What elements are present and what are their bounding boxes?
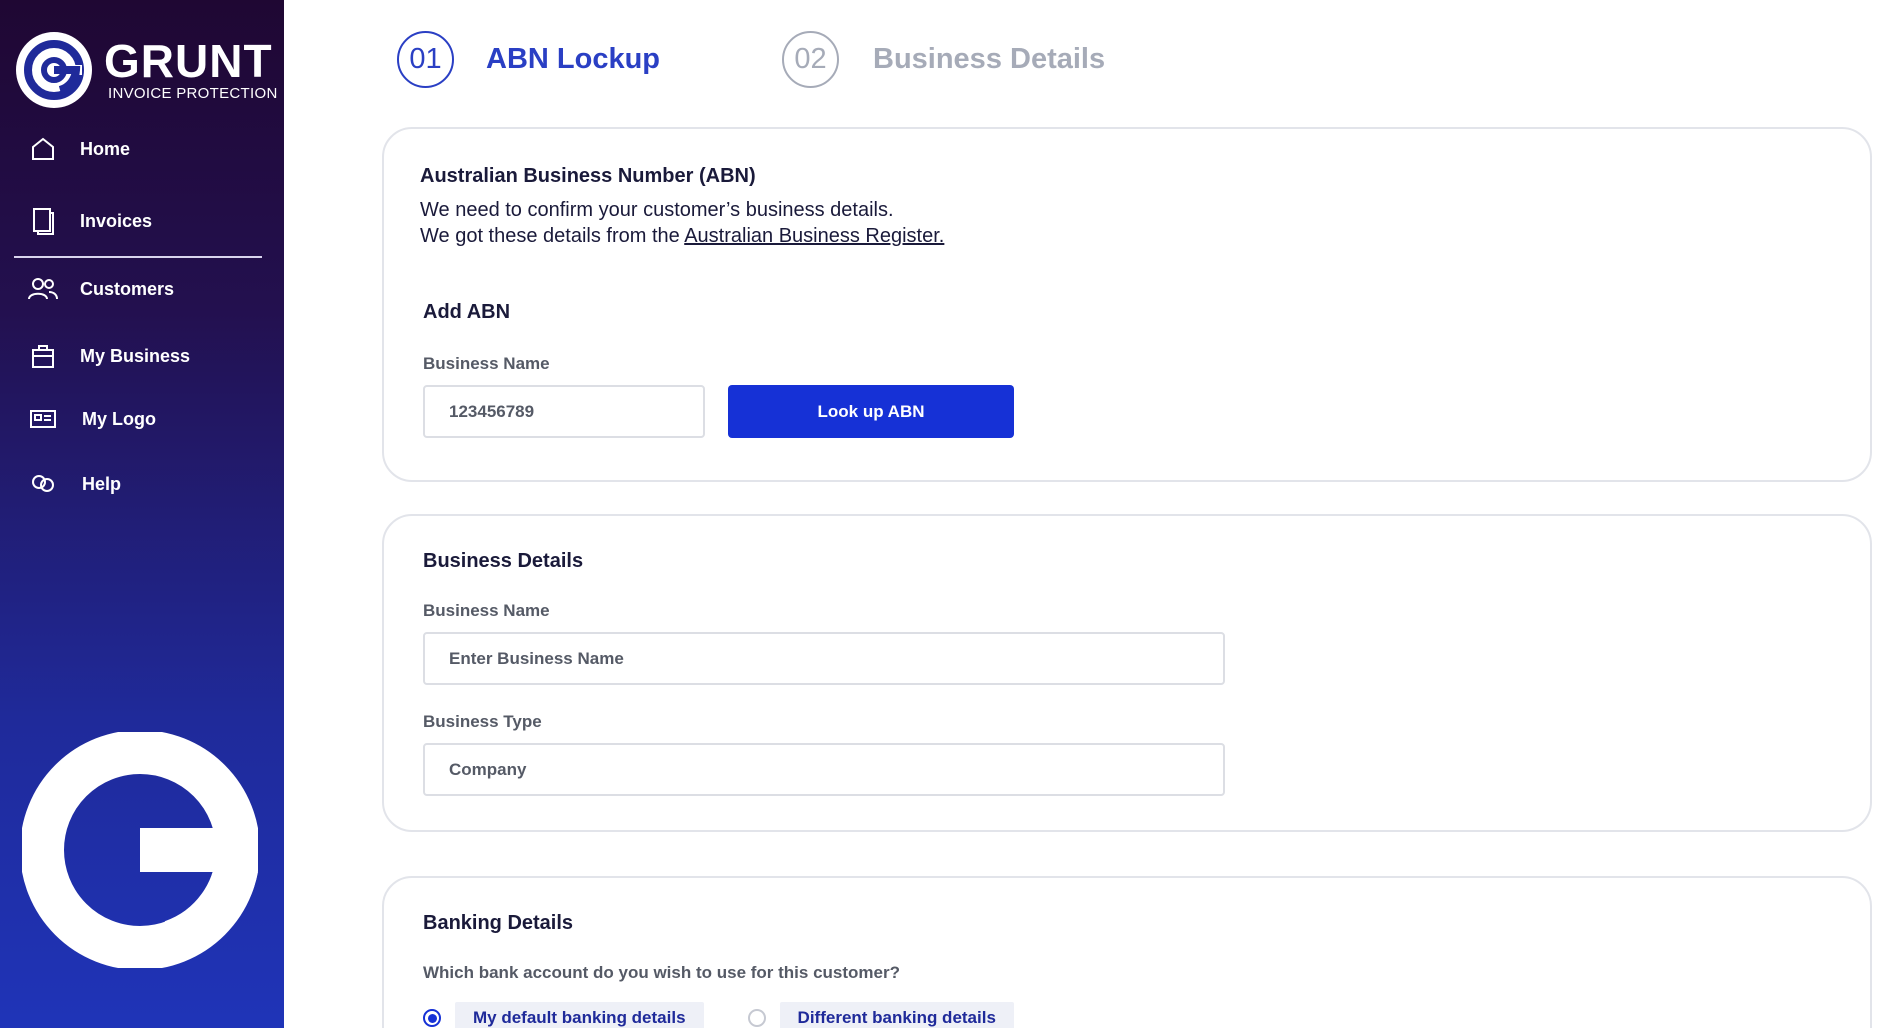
abn-desc-line2: We got these details from the Australian… <box>420 223 944 249</box>
abn-description: We need to confirm your customer’s busin… <box>420 197 944 249</box>
step-business-details[interactable]: 02 Business Details <box>782 31 1105 88</box>
nav-label: Customers <box>80 278 175 299</box>
step-label: ABN Lockup <box>486 43 660 75</box>
nav-item-customers[interactable]: Customers <box>28 274 174 304</box>
business-type-label: Business Type <box>423 712 542 731</box>
nav-label: Home <box>80 138 131 159</box>
step-number: 02 <box>782 31 839 88</box>
users-icon <box>28 274 58 304</box>
briefcase-icon <box>28 341 58 371</box>
nav-divider <box>14 256 262 258</box>
nav-label: My Logo <box>82 408 156 429</box>
brand-name: GRUNT <box>104 34 273 87</box>
bank-account-options: My default banking details Different ban… <box>423 1002 1014 1028</box>
nav-item-help[interactable]: Help <box>28 469 121 499</box>
business-type-input[interactable]: Company <box>423 743 1225 796</box>
abn-desc-prefix: We got these details from the <box>420 225 685 247</box>
abn-field-label: Business Name <box>423 354 550 373</box>
brand[interactable]: GRUNT INVOICE PROTECTION <box>16 32 278 108</box>
look-up-abn-button[interactable]: Look up ABN <box>728 385 1014 438</box>
abn-desc-line1: We need to confirm your customer’s busin… <box>420 199 894 221</box>
default-banking-radio[interactable] <box>423 1009 441 1027</box>
grunt-watermark-icon <box>22 732 258 968</box>
banking-details-title: Banking Details <box>423 912 574 934</box>
abn-card: Australian Business Number (ABN) We need… <box>382 127 1872 482</box>
nav-label: Help <box>82 473 122 494</box>
business-details-card: Business Details Business Name Enter Bus… <box>382 514 1872 832</box>
nav-item-my-logo[interactable]: My Logo <box>28 404 156 434</box>
nav-item-home[interactable]: Home <box>28 134 130 164</box>
nav-label: My Business <box>80 345 191 366</box>
business-details-title: Business Details <box>423 550 584 572</box>
add-abn-title: Add ABN <box>423 301 511 323</box>
grunt-logo-icon <box>16 32 92 108</box>
banking-question: Which bank account do you wish to use fo… <box>423 963 900 982</box>
chat-icon <box>28 469 58 499</box>
business-name-label: Business Name <box>423 601 550 620</box>
sidebar: GRUNT INVOICE PROTECTION Home Invoices C… <box>0 0 284 1028</box>
step-abn-lookup[interactable]: 01 ABN Lockup <box>397 31 660 88</box>
document-icon <box>28 206 58 236</box>
business-name-input[interactable]: Enter Business Name <box>423 632 1225 685</box>
different-banking-radio[interactable] <box>747 1009 766 1027</box>
banking-details-card: Banking Details Which bank account do yo… <box>382 876 1872 1028</box>
nav-label: Invoices <box>80 210 153 231</box>
step-label: Business Details <box>873 43 1106 75</box>
different-banking-label[interactable]: Different banking details <box>779 1002 1014 1028</box>
id-card-icon <box>28 404 58 434</box>
abn-title: Australian Business Number (ABN) <box>420 165 756 187</box>
step-number: 01 <box>397 31 454 88</box>
abn-input[interactable]: 123456789 <box>423 385 705 438</box>
nav-item-invoices[interactable]: Invoices <box>28 206 152 236</box>
home-icon <box>28 134 58 164</box>
nav-item-my-business[interactable]: My Business <box>28 341 190 371</box>
brand-tagline: INVOICE PROTECTION <box>108 84 278 102</box>
abr-link[interactable]: Australian Business Register. <box>684 225 944 247</box>
default-banking-label[interactable]: My default banking details <box>455 1002 704 1028</box>
